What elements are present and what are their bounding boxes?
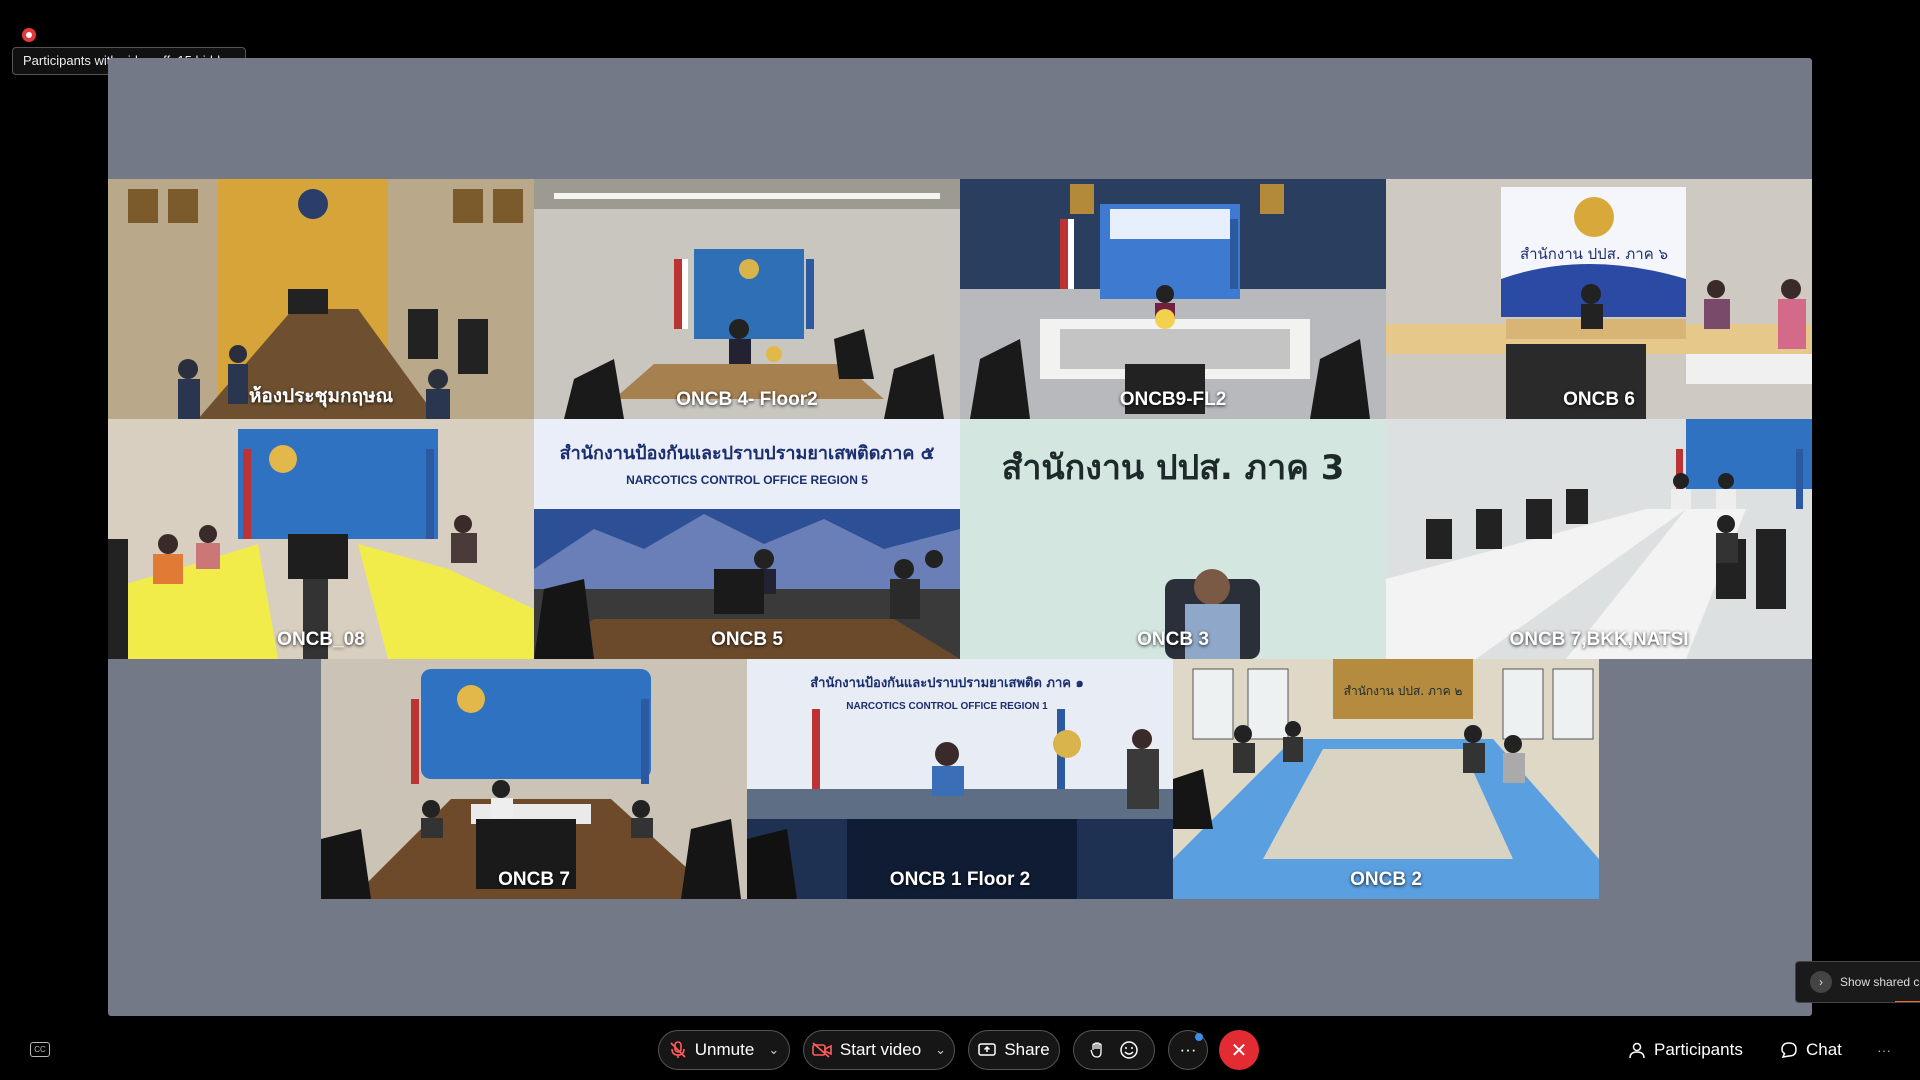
video-off-icon: [812, 1042, 832, 1058]
video-tile[interactable]: ONCB9-FL2: [960, 179, 1386, 419]
raise-hand-icon[interactable]: [1089, 1041, 1105, 1059]
video-feed: สำนักงาน ปปส. ภาค ๒: [1173, 659, 1599, 899]
share-label: Share: [1004, 1040, 1050, 1059]
video-feed: สำนักงานป้องกันและปราบปรามยาเสพติด ภาค ๑…: [747, 659, 1173, 899]
backdrop-text: สำนักงานป้องกันและปราบปรามยาเสพติด ภาค ๑: [810, 675, 1084, 691]
video-tile[interactable]: ห้องประชุมกฤษณ: [108, 179, 534, 419]
backdrop-text: สำนักงานป้องกันและปราบปรามยาเสพติดภาค ๕: [560, 443, 935, 464]
video-tile[interactable]: สำนักงาน ปปส. ภาค ๖ ONCB 6: [1386, 179, 1812, 419]
leave-meeting-button[interactable]: ✕: [1219, 1030, 1259, 1070]
more-options-button[interactable]: ···: [1168, 1030, 1208, 1070]
share-screen-icon: [978, 1043, 997, 1056]
unmute-label: Unmute: [694, 1040, 755, 1059]
participant-name: ONCB 7: [498, 869, 570, 890]
video-feed: [534, 179, 960, 419]
microphone-muted-icon: [670, 1041, 686, 1058]
backdrop-text: NARCOTICS CONTROL OFFICE REGION 5: [626, 473, 868, 487]
video-tile[interactable]: ONCB 7,BKK,NATSI: [1386, 419, 1812, 659]
participant-name: ONCB 3: [1137, 629, 1209, 650]
backdrop-text: สำนักงาน ปปส. ภาค 3: [1002, 448, 1345, 488]
show-shared-content-button[interactable]: › Show shared co: [1795, 961, 1920, 1003]
chevron-down-icon[interactable]: ⌄: [935, 1042, 946, 1058]
participant-name: ONCB 5: [711, 629, 783, 650]
meeting-toolbar: CC Unmute ⌄ Start video ⌄ Share ··· ✕ Pa…: [0, 1030, 1920, 1072]
chat-label: Chat: [1806, 1040, 1842, 1059]
unmute-button[interactable]: Unmute ⌄: [658, 1030, 790, 1070]
backdrop-text: สำนักงาน ปปส. ภาค ๖: [1520, 245, 1668, 263]
recording-icon: [22, 28, 36, 42]
video-tile[interactable]: สำนักงาน ปปส. ภาค ๒ ONCB 2: [1173, 659, 1599, 899]
overflow-menu-button[interactable]: ···: [1877, 1030, 1891, 1070]
participants-icon: [1629, 1042, 1645, 1059]
participant-name: ONCB9-FL2: [1119, 389, 1227, 410]
participant-name: ONCB 2: [1350, 869, 1422, 890]
more-icon: ···: [1179, 1040, 1197, 1059]
participant-name: ONCB 1 Floor 2: [889, 869, 1031, 890]
video-tile-active-speaker[interactable]: สำนักงาน ปปส. ภาค 3 ONCB 3: [960, 419, 1386, 659]
participants-button[interactable]: Participants: [1628, 1030, 1743, 1070]
video-tile[interactable]: สำนักงานป้องกันและปราบปรามยาเสพติด ภาค ๑…: [747, 659, 1173, 899]
video-feed: [321, 659, 747, 899]
participant-name: ห้องประชุมกฤษณ: [248, 386, 394, 407]
chat-button[interactable]: Chat: [1780, 1030, 1842, 1070]
chevron-down-icon[interactable]: ⌄: [768, 1042, 779, 1058]
share-button[interactable]: Share: [968, 1030, 1060, 1070]
video-feed: [960, 179, 1386, 419]
participant-name: ONCB 4- Floor2: [676, 389, 818, 410]
chevron-right-icon: ›: [1810, 971, 1832, 993]
video-tile[interactable]: ONCB_08: [108, 419, 534, 659]
start-video-label: Start video: [839, 1040, 922, 1059]
notification-dot: [1195, 1033, 1203, 1041]
chat-icon: [1781, 1042, 1797, 1058]
video-tile[interactable]: สำนักงานป้องกันและปราบปรามยาเสพติดภาค ๕ …: [534, 419, 960, 659]
reactions-icon[interactable]: [1119, 1040, 1139, 1060]
video-feed: สำนักงานป้องกันและปราบปรามยาเสพติดภาค ๕ …: [534, 419, 960, 659]
close-icon: ✕: [1230, 1039, 1248, 1062]
reactions-group: [1073, 1030, 1155, 1070]
participant-name: ONCB 7,BKK,NATSI: [1509, 629, 1689, 650]
participant-name: ONCB_08: [277, 629, 365, 650]
video-feed: สำนักงาน ปปส. ภาค ๖: [1386, 179, 1812, 419]
video-stage: ห้องประชุมกฤษณ ONCB 4- Floor2 ONCB9-FL2 …: [108, 58, 1812, 1016]
backdrop-text: NARCOTICS CONTROL OFFICE REGION 1: [846, 701, 1048, 712]
video-feed: สำนักงาน ปปส. ภาค 3: [960, 419, 1386, 659]
video-tile[interactable]: ONCB 4- Floor2: [534, 179, 960, 419]
backdrop-text: สำนักงาน ปปส. ภาค ๒: [1344, 684, 1463, 698]
start-video-button[interactable]: Start video ⌄: [803, 1030, 955, 1070]
show-shared-label: Show shared co: [1840, 975, 1920, 989]
captions-icon[interactable]: CC: [30, 1042, 50, 1057]
participants-label: Participants: [1654, 1040, 1743, 1059]
video-tile[interactable]: ONCB 7: [321, 659, 747, 899]
participant-name: ONCB 6: [1563, 389, 1635, 410]
overflow-icon: ···: [1877, 1042, 1891, 1058]
video-feed: [1386, 419, 1812, 659]
accent-bar: [1895, 1001, 1920, 1002]
video-feed: [108, 419, 534, 659]
